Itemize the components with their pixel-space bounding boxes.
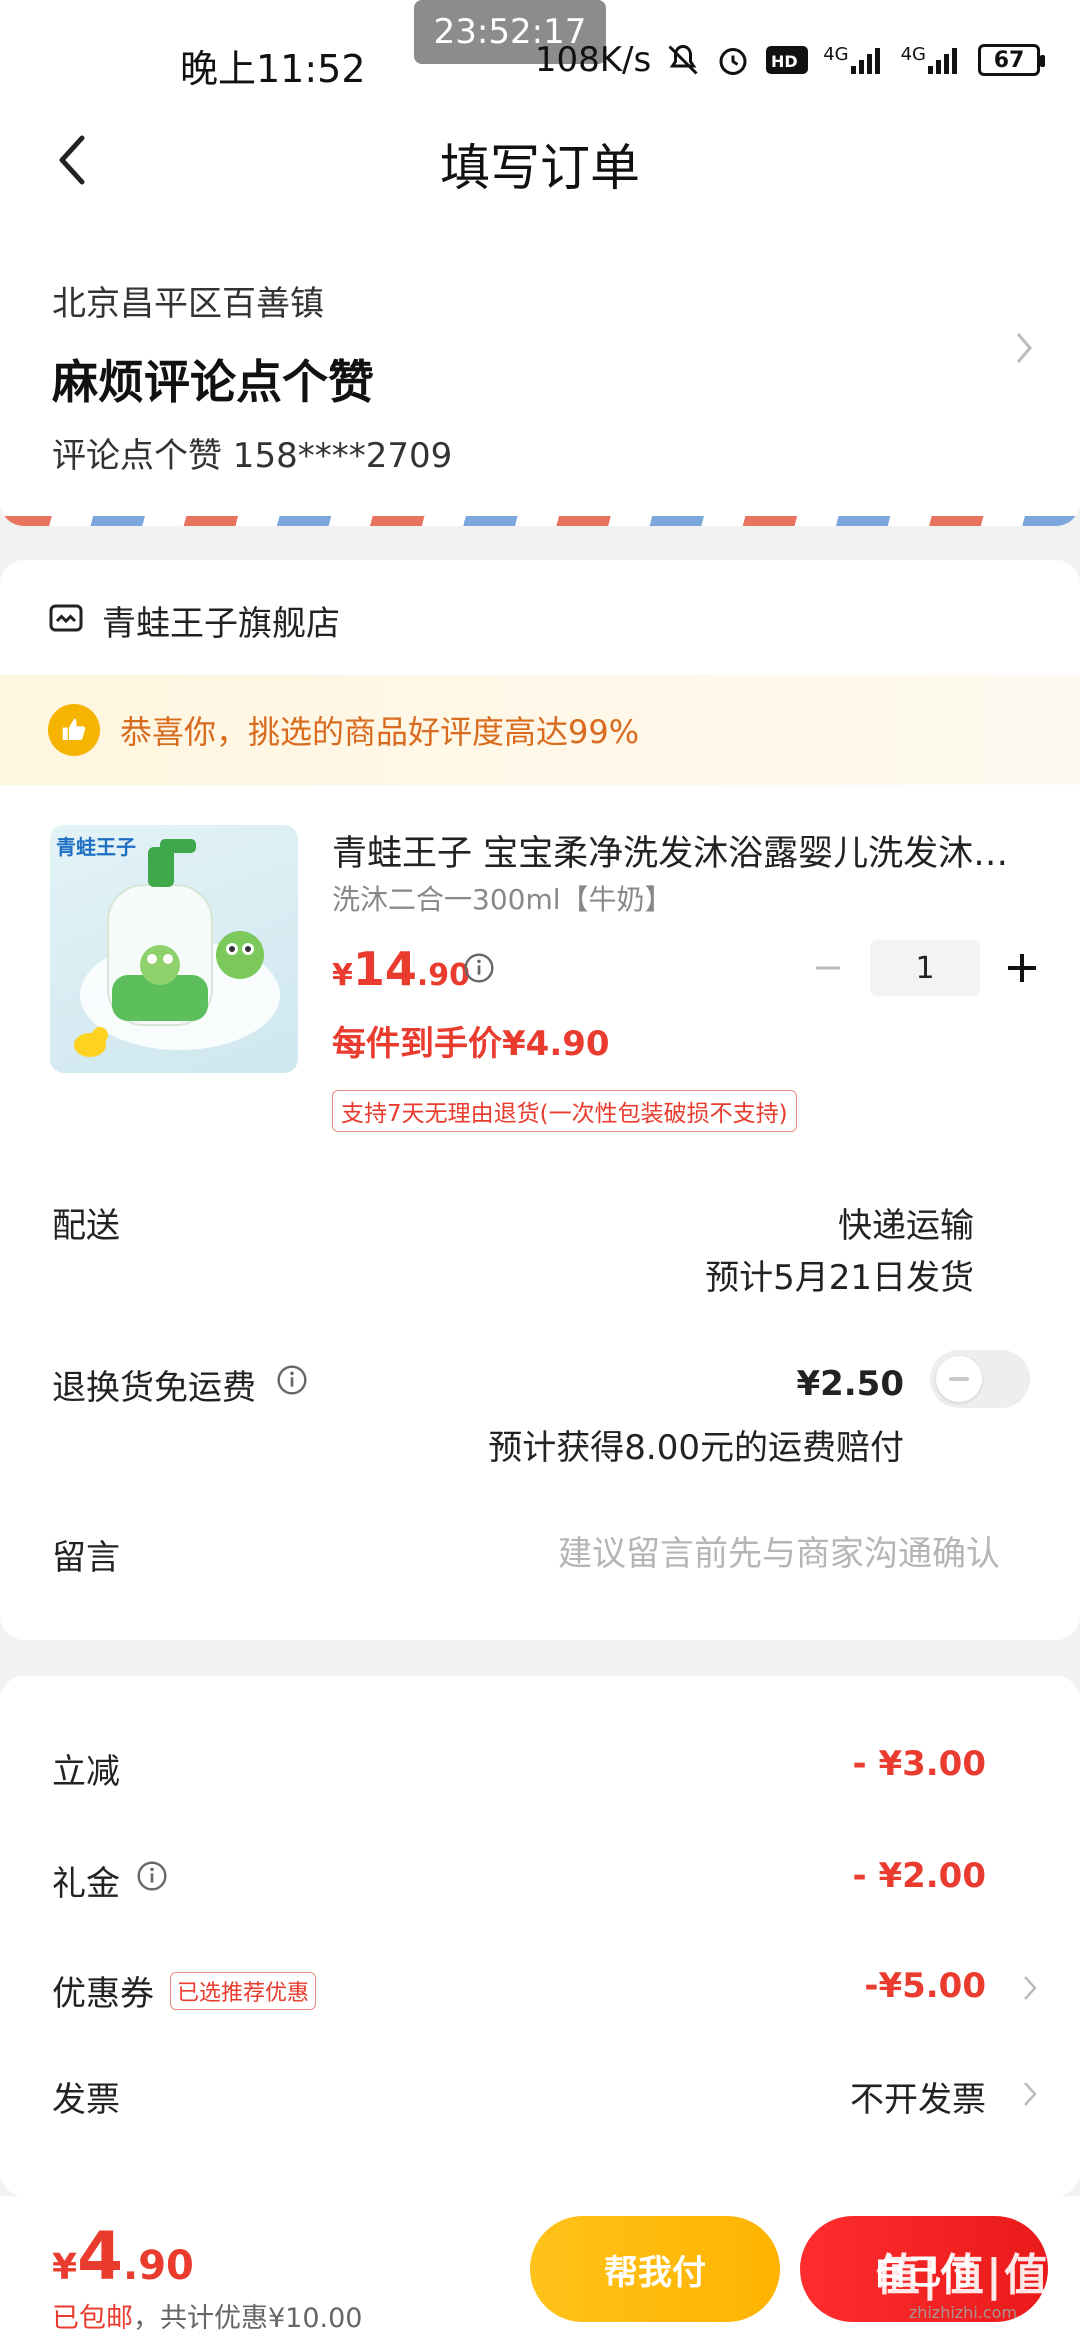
brand-logo: 青蛙王子 [56, 835, 136, 859]
delivery-label: 配送 [52, 1206, 120, 1246]
coupon-value[interactable]: -¥5.00 [864, 1966, 986, 2006]
message-label: 留言 [52, 1538, 120, 1578]
price-integer: 14 [352, 942, 417, 996]
discount-label-text: 立减 [52, 1752, 120, 1792]
mute-icon [665, 42, 701, 78]
minus-icon[interactable] [808, 948, 848, 988]
product-title[interactable]: 青蛙王子 宝宝柔净洗发沐浴露婴儿洗发沐浴二合一 [332, 825, 1032, 876]
quantity-stepper: 1 [808, 940, 1042, 996]
total-integer: 4 [77, 2218, 123, 2295]
alarm-icon [715, 42, 751, 78]
watermark-url: zhizhizhi.com [908, 2303, 1018, 2322]
status-bar: 晚上11:52 23:52:17 108K/s HD 4G 4G 67 [0, 0, 1080, 120]
delivery-method[interactable]: 快递运输 [838, 1198, 974, 1247]
summary-card: 立减 - ¥3.00 礼金 - ¥2.00 优惠券 已选推荐优惠 -¥5.00 … [0, 1676, 1080, 2196]
total-currency: ¥ [52, 2247, 78, 2288]
watermark: 值|值|值 zhizhizhi.com [876, 2239, 1050, 2322]
total-subtext: 已包邮，共计优惠¥10.00 [52, 2296, 362, 2335]
nav-bar: 填写订单 [0, 110, 1080, 210]
chevron-right-icon [1014, 328, 1034, 368]
signal-1-label: 4G [823, 44, 849, 65]
coupon-tag: 已选推荐优惠 [170, 1971, 317, 2010]
airmail-border [0, 516, 1080, 526]
unit-price: 每件到手价¥4.90 [332, 1024, 610, 1064]
gift-value: - ¥2.00 [852, 1856, 987, 1896]
toggle-knob [936, 1356, 982, 1402]
coupon-label: 优惠券 [52, 1974, 154, 2014]
gift-label: 礼金 [52, 1864, 120, 1904]
coupon-chevron-icon[interactable] [1022, 1972, 1038, 2004]
address-card[interactable]: 北京昌平区百善镇 麻烦评论点个赞 评论点个赞 158****2709 [0, 210, 1080, 526]
invoice-value[interactable]: 不开发票 [850, 2072, 986, 2121]
return-policy-badge: 支持7天无理由退货(一次性包装破损不支持) [332, 1090, 797, 1132]
invoice-row: 发票 [52, 2072, 120, 2121]
quantity-value[interactable]: 1 [870, 940, 980, 996]
shop-row[interactable]: 青蛙王子旗舰店 [48, 590, 340, 650]
battery-icon: 67 [978, 44, 1045, 76]
watermark-logo: 值|值|值 [875, 2250, 1050, 2301]
gift-row: 礼金 [52, 1856, 168, 1905]
product-price: ¥ 14 .90 [332, 942, 470, 996]
shop-name: 青蛙王子旗舰店 [102, 603, 340, 644]
checkout-bar: ¥ 4 .90 已包邮，共计优惠¥10.00 帮我付 自己付 值|值|值 zhi… [0, 2196, 1080, 2340]
hd-icon: HD [765, 43, 809, 77]
shop-icon [48, 600, 84, 640]
status-time: 晚上11:52 [180, 47, 366, 91]
svg-text:HD: HD [771, 52, 798, 71]
total-decimal: .90 [123, 2243, 194, 2289]
address-detail: 麻烦评论点个赞 [52, 355, 374, 409]
total-price: ¥ 4 .90 [52, 2218, 194, 2295]
signal-icon-1: 4G [823, 44, 886, 76]
message-input[interactable] [420, 1528, 1000, 1580]
gift-info-icon[interactable] [136, 1860, 168, 1901]
return-insurance-row: 退换货免运费 [52, 1360, 308, 1409]
thumbs-up-icon [48, 704, 100, 756]
return-insurance-price: ¥2.50 [796, 1364, 904, 1404]
savings-note: ，共计优惠¥10.00 [133, 2303, 363, 2334]
address-contact: 评论点个赞 158****2709 [52, 436, 453, 476]
product-image[interactable]: 青蛙王子 [50, 825, 298, 1073]
return-insurance-label: 退换货免运费 [52, 1368, 256, 1408]
help-pay-button[interactable]: 帮我付 [530, 2216, 780, 2322]
rating-banner: 恭喜你，挑选的商品好评度高达99% [0, 675, 1080, 785]
return-insurance-note: 预计获得8.00元的运费赔付 [488, 1428, 904, 1468]
net-speed: 108K/s [534, 40, 652, 80]
invoice-label: 发票 [52, 2080, 120, 2120]
page-title: 填写订单 [440, 139, 640, 197]
price-info-icon[interactable] [463, 952, 495, 988]
coupon-row[interactable]: 优惠券 已选推荐优惠 [52, 1966, 317, 2015]
discount-label: 立减 [52, 1744, 120, 1793]
address-region: 北京昌平区百善镇 [52, 284, 324, 324]
invoice-chevron-icon[interactable] [1022, 2078, 1038, 2110]
status-icons: 108K/s HD 4G 4G 67 [534, 38, 1045, 82]
order-card: 青蛙王子旗舰店 恭喜你，挑选的商品好评度高达99% 青蛙王子 青蛙王子 宝宝柔净… [0, 560, 1080, 1640]
plus-icon[interactable] [1002, 948, 1042, 988]
discount-value: - ¥3.00 [852, 1744, 987, 1784]
product-spec[interactable]: 洗沐二合一300ml【牛奶】 [332, 878, 673, 918]
price-currency: ¥ [332, 958, 353, 993]
signal-icon-2: 4G [901, 44, 964, 76]
banner-text: 恭喜你，挑选的商品好评度高达99% [120, 713, 640, 751]
insurance-info-icon[interactable] [276, 1364, 308, 1405]
return-insurance-toggle[interactable] [930, 1350, 1030, 1408]
shipping-note: 已包邮 [52, 2303, 133, 2334]
delivery-eta: 预计5月21日发货 [705, 1258, 974, 1298]
signal-2-label: 4G [900, 44, 926, 65]
